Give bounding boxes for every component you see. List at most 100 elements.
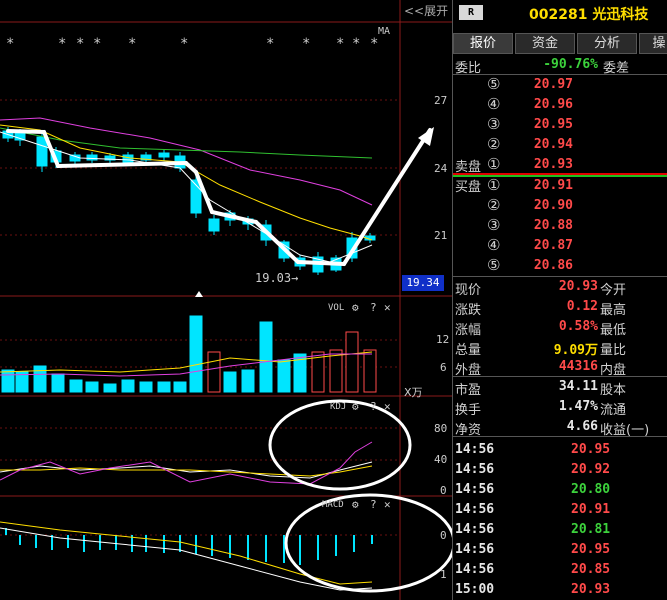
tick-price: 20.81 bbox=[571, 522, 611, 537]
volume-bar bbox=[121, 379, 135, 393]
r-badge[interactable]: R bbox=[459, 5, 483, 20]
ma-label: MA bbox=[378, 26, 391, 37]
buy-level-row[interactable]: ② 20.90 bbox=[453, 196, 667, 216]
buy-level-row[interactable]: ③ 20.88 bbox=[453, 216, 667, 236]
stat-label-2: 最低 bbox=[600, 323, 627, 338]
help-icon[interactable]: ? bbox=[370, 400, 377, 413]
signal-star: * bbox=[6, 36, 14, 52]
kline-chart-area[interactable]: * * * * * * * * * * * <<展开 MA 27 24 21 19.03→ 19.3… bbox=[0, 0, 452, 600]
stat-value: 44316 bbox=[558, 359, 598, 374]
candle-body bbox=[86, 154, 98, 161]
tick-time: 14:56 bbox=[455, 442, 495, 457]
kdj-tick-40: 40 bbox=[434, 453, 448, 466]
buy-level-row[interactable]: ① 20.91 bbox=[453, 176, 667, 196]
volume-bar bbox=[33, 365, 47, 393]
macd-dea-line bbox=[0, 521, 373, 585]
highlight-ellipse-macd bbox=[284, 493, 452, 593]
fundamental-row: 市盈 34.11 股本 bbox=[453, 377, 667, 398]
stat-label: 涨跌 bbox=[455, 303, 482, 318]
signal-star: * bbox=[180, 36, 188, 52]
stat-label: 总量 bbox=[455, 343, 482, 358]
sell-price: 20.97 bbox=[533, 77, 573, 92]
stat-row: 总量 9.09万 量比 bbox=[453, 337, 667, 358]
level-index: ⑤ bbox=[487, 75, 501, 93]
kdj-tick-80: 80 bbox=[434, 422, 448, 435]
tick-time: 14:56 bbox=[455, 542, 495, 557]
gear-icon[interactable]: ⚙ bbox=[352, 400, 359, 413]
stock-code-name: 002281 光迅科技 bbox=[529, 7, 649, 23]
tick-row: 15:00 20.93 bbox=[453, 580, 667, 600]
volume-bar bbox=[223, 371, 237, 393]
buy-level-row[interactable]: ⑤ 20.86 bbox=[453, 256, 667, 276]
sell-level-row[interactable]: ① 20.93 bbox=[453, 155, 667, 175]
fundamental-row: 换手 1.47% 流通 bbox=[453, 397, 667, 418]
fundamental-label-2: 股本 bbox=[600, 383, 627, 398]
tick-price: 20.85 bbox=[571, 562, 611, 577]
signal-star: * bbox=[93, 36, 101, 52]
tick-row: 14:56 20.95 bbox=[453, 540, 667, 560]
sell-level-row[interactable]: ② 20.94 bbox=[453, 135, 667, 155]
kdj-panel-title: KDJ bbox=[330, 402, 347, 412]
tick-row: 14:56 20.85 bbox=[453, 560, 667, 580]
volume-bar bbox=[69, 379, 83, 393]
tab-analysis[interactable]: 分析 bbox=[577, 33, 637, 54]
gear-icon[interactable]: ⚙ bbox=[352, 498, 359, 511]
tick-time: 14:56 bbox=[455, 462, 495, 477]
stat-label-2: 今开 bbox=[600, 283, 627, 298]
sell-price: 20.95 bbox=[533, 117, 573, 132]
level-index: ③ bbox=[487, 115, 501, 133]
volume-bar bbox=[345, 331, 359, 393]
signal-star: * bbox=[336, 36, 344, 52]
close-icon[interactable]: ✕ bbox=[384, 301, 391, 314]
price-tick-27: 27 bbox=[434, 94, 448, 107]
tick-time: 14:56 bbox=[455, 522, 495, 537]
signal-star: * bbox=[76, 36, 84, 52]
signal-star: * bbox=[352, 36, 360, 52]
fundamental-row: 净资 4.66 收益(一) bbox=[453, 417, 667, 438]
expand-button[interactable]: <<展开 bbox=[404, 2, 448, 19]
annotation-arrow bbox=[254, 220, 300, 264]
macd-tick-1: 1 bbox=[440, 568, 447, 581]
ma10-line bbox=[0, 124, 373, 241]
sell-level-row[interactable]: ④ 20.96 bbox=[453, 95, 667, 115]
annotation-arrow bbox=[6, 129, 46, 134]
stat-row: 外盘 44316 内盘 bbox=[453, 357, 667, 378]
tick-time: 14:56 bbox=[455, 562, 495, 577]
buy-price: 20.87 bbox=[533, 238, 573, 253]
volume-bar bbox=[207, 351, 221, 393]
close-icon[interactable]: ✕ bbox=[384, 400, 391, 413]
sell-level-row[interactable]: ⑤ 20.97 bbox=[453, 75, 667, 95]
stat-value: 0.12 bbox=[566, 299, 598, 314]
tick-row: 14:56 20.92 bbox=[453, 460, 667, 480]
gear-icon[interactable]: ⚙ bbox=[352, 301, 359, 314]
tab-funds[interactable]: 资金 bbox=[515, 33, 575, 54]
fundamental-label: 市盈 bbox=[455, 383, 482, 398]
low-price-label: 19.03→ bbox=[255, 271, 299, 285]
volume-bar bbox=[277, 359, 291, 393]
volume-bar bbox=[241, 369, 255, 393]
price-tick-24: 24 bbox=[434, 162, 448, 175]
sell-level-row[interactable]: ③ 20.95 bbox=[453, 115, 667, 135]
candle-body bbox=[208, 218, 220, 232]
help-icon[interactable]: ? bbox=[370, 301, 377, 314]
help-icon[interactable]: ? bbox=[370, 498, 377, 511]
volume-bar bbox=[189, 315, 203, 393]
volume-bar bbox=[157, 381, 171, 393]
level-index: ③ bbox=[487, 216, 501, 234]
highlight-ellipse-kdj bbox=[268, 399, 412, 491]
fundamental-value: 4.66 bbox=[566, 419, 598, 434]
fundamental-value: 1.47% bbox=[558, 399, 598, 414]
buy-level-row[interactable]: ④ 20.87 bbox=[453, 236, 667, 256]
vol-panel-title: VOL bbox=[328, 303, 345, 313]
level-index: ④ bbox=[487, 236, 501, 254]
tick-row: 14:56 20.95 bbox=[453, 440, 667, 460]
tick-price: 20.80 bbox=[571, 482, 611, 497]
tab-quote[interactable]: 报价 bbox=[453, 33, 513, 54]
volume-bar bbox=[51, 373, 65, 393]
tab-operate[interactable]: 操 bbox=[639, 33, 667, 54]
stock-header: R 002281 光迅科技 bbox=[453, 0, 667, 26]
kdj-j-line bbox=[0, 441, 373, 485]
price-tick-21: 21 bbox=[434, 229, 448, 242]
tick-time: 15:00 bbox=[455, 582, 495, 597]
close-icon[interactable]: ✕ bbox=[384, 498, 391, 511]
